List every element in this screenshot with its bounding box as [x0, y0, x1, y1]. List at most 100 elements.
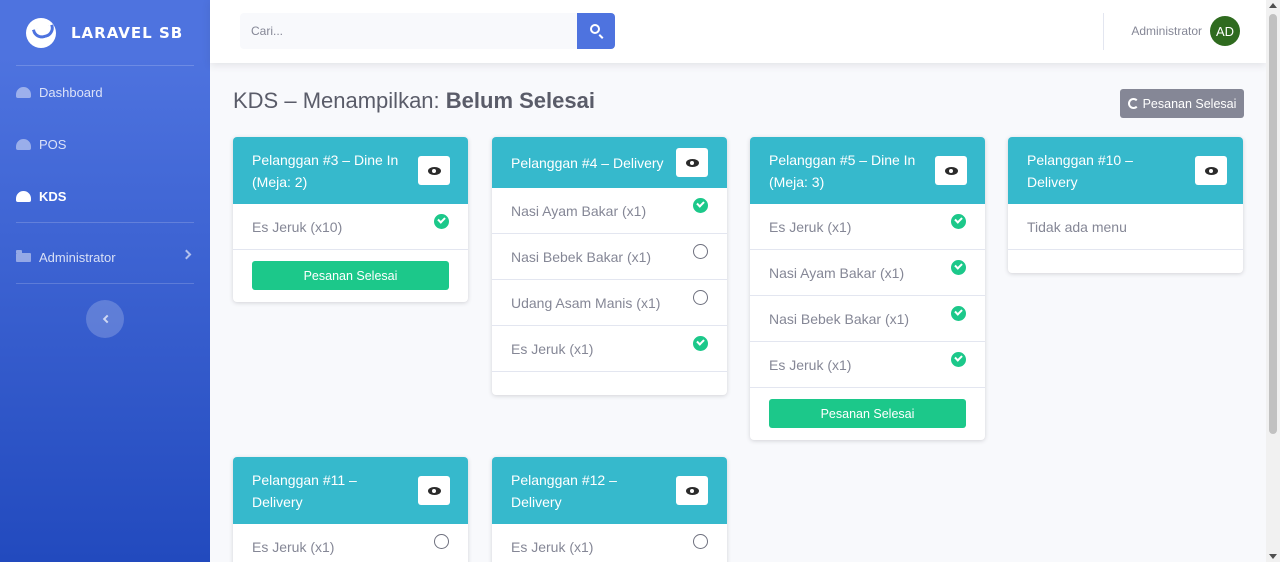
brand[interactable]: LARAVEL SB — [0, 0, 210, 65]
order-item-name: Es Jeruk (x1) — [252, 538, 335, 555]
page-title: KDS – Menampilkan: Belum Selesai — [233, 88, 595, 114]
sidebar-divider — [16, 222, 194, 223]
order-item: Es Jeruk (x1) — [492, 524, 727, 562]
order-title: Pelanggan #3 – Dine In (Meja: 2) — [252, 151, 399, 190]
order-card: Pelanggan #4 – Delivery Nasi Ayam Bakar … — [492, 137, 727, 395]
order-title: Pelanggan #11 – Delivery — [252, 471, 357, 510]
sidebar-item-label: KDS — [39, 188, 67, 204]
order-card-header: Pelanggan #4 – Delivery — [492, 137, 727, 188]
topbar: Administrator AD — [210, 0, 1266, 63]
finish-order-button[interactable]: Pesanan Selesai — [769, 399, 966, 428]
order-item-name: Udang Asam Manis (x1) — [511, 294, 661, 311]
check-circle-icon[interactable] — [693, 198, 708, 213]
order-card: Pelanggan #11 – Delivery Es Jeruk (x1) — [233, 457, 468, 562]
view-order-button[interactable] — [418, 156, 450, 185]
check-circle-icon[interactable] — [951, 352, 966, 367]
view-order-button[interactable] — [676, 476, 708, 505]
scroll-thumb[interactable] — [1269, 14, 1277, 434]
page-title-prefix: KDS – Menampilkan: — [233, 88, 446, 113]
order-card: Pelanggan #12 – Delivery Es Jeruk (x1) — [492, 457, 727, 562]
order-card-header: Pelanggan #11 – Delivery — [233, 457, 468, 524]
order-item: Nasi Ayam Bakar (x1) — [492, 188, 727, 234]
order-title: Pelanggan #5 – Dine In (Meja: 3) — [769, 151, 916, 190]
sidebar-toggle-button[interactable] — [86, 300, 124, 338]
order-item: Udang Asam Manis (x1) — [492, 280, 727, 326]
brand-name: LARAVEL SB — [71, 23, 184, 42]
order-item: Es Jeruk (x1) — [750, 342, 985, 388]
sidebar-divider — [16, 283, 194, 284]
eye-icon — [427, 166, 441, 175]
check-circle-icon[interactable] — [951, 260, 966, 275]
order-item: Nasi Bebek Bakar (x1) — [492, 234, 727, 280]
order-item: Nasi Ayam Bakar (x1) — [750, 250, 985, 296]
circle-icon[interactable] — [693, 290, 708, 305]
order-card: Pelanggan #10 – Delivery Tidak ada menu — [1008, 137, 1243, 273]
sidebar-item-pos[interactable]: POS — [0, 118, 210, 170]
laugh-wink-icon — [26, 17, 56, 48]
tachometer-icon — [16, 86, 31, 98]
order-card-header: Pelanggan #12 – Delivery — [492, 457, 727, 524]
circle-icon[interactable] — [693, 244, 708, 259]
search-button[interactable] — [577, 13, 615, 49]
circle-icon[interactable] — [693, 534, 708, 549]
eye-icon — [944, 166, 958, 175]
view-order-button[interactable] — [935, 156, 967, 185]
order-card-footer: Pesanan Selesai — [750, 388, 985, 440]
order-card-header: Pelanggan #5 – Dine In (Meja: 3) — [750, 137, 985, 204]
view-order-button[interactable] — [676, 148, 708, 177]
button-label: Pesanan Selesai — [1142, 96, 1237, 111]
sidebar-item-administrator[interactable]: Administrator — [0, 231, 210, 283]
scroll-down-arrow-icon[interactable] — [1269, 554, 1277, 559]
order-card-footer — [1008, 250, 1243, 273]
sidebar-item-label: Dashboard — [39, 84, 103, 100]
order-item-name: Nasi Bebek Bakar (x1) — [769, 310, 910, 327]
page-title-status: Belum Selesai — [445, 88, 595, 113]
check-circle-icon[interactable] — [693, 336, 708, 351]
view-order-button[interactable] — [1195, 156, 1227, 185]
order-item-name: Es Jeruk (x10) — [252, 218, 343, 235]
check-circle-icon[interactable] — [951, 214, 966, 229]
chevron-right-icon — [181, 249, 192, 260]
order-item: Es Jeruk (x1) — [233, 524, 468, 562]
scrollbar[interactable] — [1266, 0, 1280, 562]
order-item: Es Jeruk (x1) — [750, 204, 985, 250]
order-item: Nasi Bebek Bakar (x1) — [750, 296, 985, 342]
avatar[interactable]: AD — [1210, 16, 1240, 46]
order-item-name: Nasi Ayam Bakar (x1) — [769, 264, 905, 281]
sidebar-item-dashboard[interactable]: Dashboard — [0, 66, 210, 118]
sidebar: LARAVEL SB Dashboard POS KDS Administrat… — [0, 0, 210, 562]
view-order-button[interactable] — [418, 476, 450, 505]
order-item-name: Es Jeruk (x1) — [769, 218, 852, 235]
search-input[interactable] — [240, 13, 577, 49]
user-name[interactable]: Administrator — [1131, 24, 1202, 38]
order-card: Pelanggan #3 – Dine In (Meja: 2) Es Jeru… — [233, 137, 468, 302]
order-title: Pelanggan #4 – Delivery — [511, 154, 664, 171]
order-item-name: Es Jeruk (x1) — [769, 356, 852, 373]
order-title: Pelanggan #10 – Delivery — [1027, 151, 1133, 190]
order-card-footer — [492, 372, 727, 395]
eye-icon — [427, 486, 441, 495]
order-item-name: Nasi Ayam Bakar (x1) — [511, 202, 647, 219]
check-circle-icon[interactable] — [951, 306, 966, 321]
order-card-footer: Pesanan Selesai — [233, 250, 468, 302]
eye-icon — [1204, 166, 1218, 175]
order-item: Es Jeruk (x1) — [492, 326, 727, 372]
empty-menu-text: Tidak ada menu — [1027, 218, 1127, 235]
order-item-name: Nasi Bebek Bakar (x1) — [511, 248, 652, 265]
order-card-header: Pelanggan #10 – Delivery — [1008, 137, 1243, 204]
finish-order-button[interactable]: Pesanan Selesai — [252, 261, 449, 290]
order-title: Pelanggan #12 – Delivery — [511, 471, 617, 510]
circle-icon[interactable] — [434, 534, 449, 549]
show-completed-orders-button[interactable]: Pesanan Selesai — [1120, 89, 1244, 118]
order-card-header: Pelanggan #3 – Dine In (Meja: 2) — [233, 137, 468, 204]
check-circle-icon[interactable] — [434, 214, 449, 229]
search-icon — [590, 24, 600, 34]
order-item-name: Es Jeruk (x1) — [511, 340, 594, 357]
sidebar-item-label: Administrator — [39, 249, 116, 265]
sync-icon — [1127, 98, 1139, 109]
tachometer-icon — [16, 190, 31, 202]
eye-icon — [685, 486, 699, 495]
scroll-up-arrow-icon[interactable] — [1269, 3, 1277, 8]
order-card: Pelanggan #5 – Dine In (Meja: 3) Es Jeru… — [750, 137, 985, 440]
sidebar-item-kds[interactable]: KDS — [0, 170, 210, 222]
